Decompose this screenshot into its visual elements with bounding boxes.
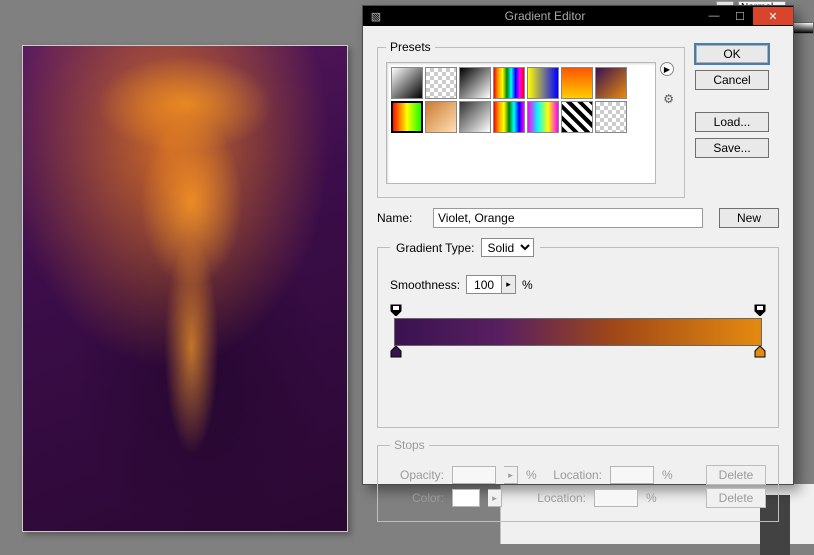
color-caret-icon: ▸ [488,489,502,507]
opacity-location-label: Location: [548,468,602,482]
gradient-preview-editor[interactable] [394,304,762,358]
presets-fieldset: Presets ▶ ⚙ [377,40,685,198]
new-button[interactable]: New [719,208,779,228]
duotone-preview [23,46,347,531]
preset-swatch[interactable] [391,101,423,133]
opacity-input [452,466,496,484]
name-input[interactable] [433,208,703,228]
smoothness-label: Smoothness: [390,278,460,292]
preset-swatch[interactable] [425,67,457,99]
preset-swatch[interactable] [561,101,593,133]
maximize-button[interactable]: ☐ [727,6,753,26]
load-button[interactable]: Load... [695,112,769,132]
cancel-button[interactable]: Cancel [695,70,769,90]
opacity-delete-button: Delete [706,465,766,485]
opacity-loc-pct: % [662,468,676,482]
opacity-label: Opacity: [390,468,444,482]
color-delete-button: Delete [706,488,766,508]
name-label: Name: [377,211,423,225]
minimize-button[interactable]: — [701,6,727,26]
opacity-caret-icon: ▸ [504,466,518,484]
color-stop-swatch [452,489,480,507]
preset-swatch[interactable] [561,67,593,99]
presets-gear-icon[interactable]: ⚙ [663,92,674,106]
preset-swatch[interactable] [391,67,423,99]
preset-swatch[interactable] [493,67,525,99]
presets-grid [386,62,656,184]
gradient-bar[interactable] [394,318,762,346]
close-button[interactable]: ✕ [753,7,793,25]
canvas-image[interactable] [22,45,348,532]
ps-icon: ▧ [363,6,389,26]
preset-swatch[interactable] [595,67,627,99]
stops-fieldset: Stops Opacity: ▸ % Location: % Delete Co… [377,438,779,522]
presets-legend: Presets [386,40,435,54]
gradient-type-select[interactable]: Solid [481,238,534,257]
color-stop-right[interactable] [754,346,766,358]
preset-swatch[interactable] [459,67,491,99]
preset-swatch[interactable] [595,101,627,133]
presets-flyout-icon[interactable]: ▶ [660,62,674,76]
gradient-type-label: Gradient Type: [396,241,475,255]
button-column: OK Cancel Load... Save... [695,40,769,198]
preset-swatch[interactable] [527,67,559,99]
color-stop-left[interactable] [390,346,402,358]
color-loc-pct: % [646,491,660,505]
pct-label: % [522,278,533,292]
color-location-input [594,489,638,507]
color-label: Color: [390,491,444,505]
preset-swatch[interactable] [493,101,525,133]
smoothness-flyout-icon[interactable]: ▸ [502,275,516,294]
opacity-stop-right[interactable] [754,304,766,316]
dialog-title: Gradient Editor [389,9,701,23]
gradient-type-fieldset: Gradient Type: Solid Smoothness: ▸ % [377,238,779,428]
opacity-pct: % [526,468,540,482]
color-location-label: Location: [532,491,586,505]
ok-button[interactable]: OK [695,44,769,64]
preset-swatch[interactable] [425,101,457,133]
preset-swatch[interactable] [527,101,559,133]
opacity-stop-left[interactable] [390,304,402,316]
save-button[interactable]: Save... [695,138,769,158]
titlebar[interactable]: ▧ Gradient Editor — ☐ ✕ [363,6,793,26]
preset-swatch[interactable] [459,101,491,133]
smoothness-input[interactable] [466,275,502,294]
opacity-location-input [610,466,654,484]
stops-legend: Stops [390,438,429,452]
gradient-editor-dialog: ▧ Gradient Editor — ☐ ✕ Presets ▶ ⚙ [362,5,794,485]
